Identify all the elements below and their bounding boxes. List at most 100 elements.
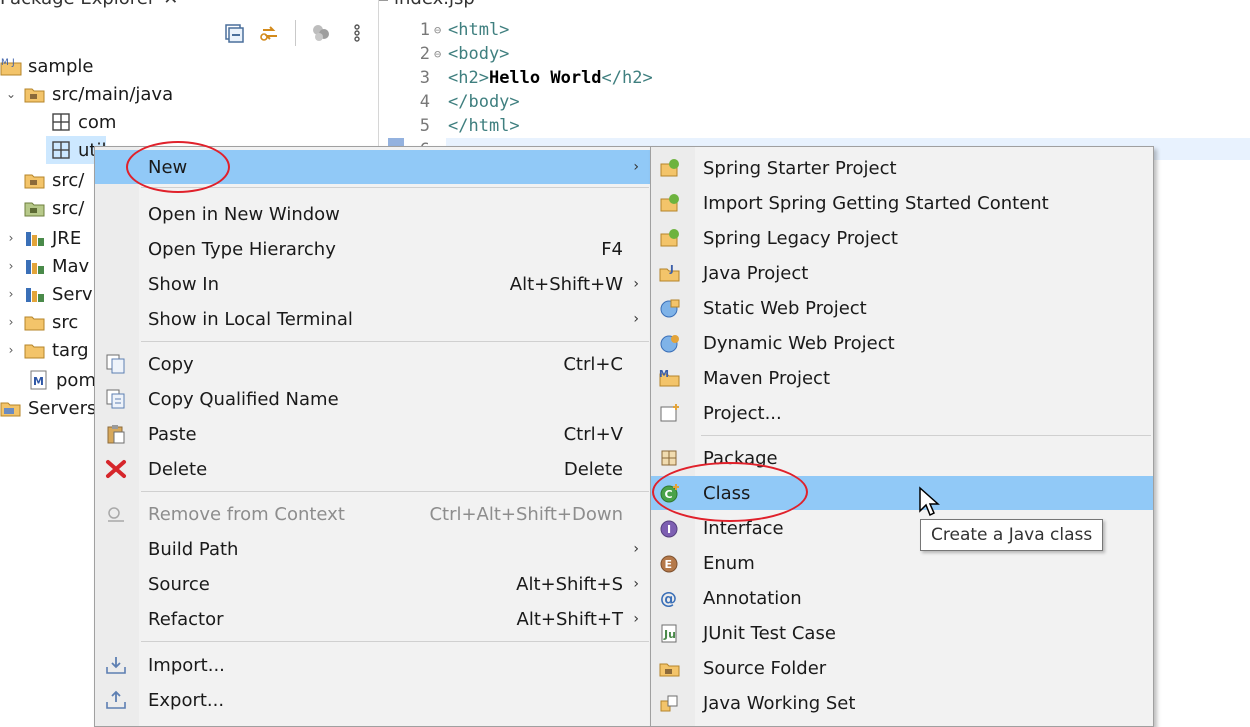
- tree-item-server[interactable]: › Serv: [4, 280, 93, 308]
- maven-pom-icon: M: [28, 370, 50, 390]
- menu-item-open-in-new-window[interactable]: Open in New Window: [95, 197, 651, 231]
- menu-item-show-in-local-terminal[interactable]: Show in Local Terminal ›: [95, 302, 651, 336]
- code-line[interactable]: 5 </html>: [388, 114, 653, 138]
- collapse-all-icon[interactable]: [223, 22, 245, 44]
- package-icon: [659, 448, 681, 468]
- menu-item-refactor[interactable]: Refactor Alt+Shift+T ›: [95, 602, 651, 636]
- submenu-item-package[interactable]: Package: [651, 441, 1153, 475]
- code-line[interactable]: 2 ⊖ <body>: [388, 42, 653, 66]
- code-lines[interactable]: 1 ⊖ <html> 2 ⊖ <body> 3 <h2>Hello World</h2> 4 </…: [388, 18, 653, 162]
- submenu-item-spring-starter-project[interactable]: Spring Starter Project: [651, 151, 1153, 185]
- tree-item-label: targ: [52, 339, 89, 361]
- submenu-item-java-project[interactable]: J Java Project: [651, 256, 1153, 290]
- submenu-item-source-folder[interactable]: Source Folder: [651, 651, 1153, 685]
- menu-separator: [141, 187, 649, 188]
- package-icon: [50, 140, 72, 160]
- menu-item-new[interactable]: New ›: [95, 150, 651, 184]
- chevron-right-icon[interactable]: ›: [4, 315, 18, 329]
- tree-item-label: pom: [56, 369, 96, 391]
- line-number: 5: [419, 116, 430, 136]
- menu-item-copy[interactable]: Copy Ctrl+C: [95, 347, 651, 381]
- chevron-right-icon: ›: [633, 576, 639, 592]
- chevron-right-icon[interactable]: ›: [4, 287, 18, 301]
- tree-item-com[interactable]: com: [50, 108, 116, 136]
- fold-icon[interactable]: ⊖: [434, 47, 448, 61]
- tree-item-target[interactable]: › targ: [4, 336, 89, 364]
- submenu-item-java-working-set[interactable]: Java Working Set: [651, 686, 1153, 720]
- svg-text:C: C: [665, 488, 673, 501]
- tree-item-src-main-java[interactable]: ⌄ src/main/java: [4, 80, 173, 108]
- junit-icon: Ju: [659, 623, 681, 643]
- submenu-item-static-web-project[interactable]: Static Web Project: [651, 291, 1153, 325]
- menu-item-import[interactable]: Import...: [95, 648, 651, 682]
- menu-item-paste[interactable]: Paste Ctrl+V: [95, 417, 651, 451]
- chevron-right-icon: ›: [633, 611, 639, 627]
- menu-item-export[interactable]: Export...: [95, 683, 651, 717]
- line-number: 4: [419, 92, 430, 112]
- submenu-item-junit-test-case[interactable]: Ju JUnit Test Case: [651, 616, 1153, 650]
- code-line[interactable]: 3 <h2>Hello World</h2>: [388, 66, 653, 90]
- toolbar-separator: [295, 20, 296, 46]
- menu-item-source[interactable]: Source Alt+Shift+S ›: [95, 567, 651, 601]
- tree-item-src[interactable]: › src: [4, 308, 79, 336]
- link-with-editor-icon[interactable]: [259, 22, 281, 44]
- source-folder-icon: [659, 658, 681, 678]
- class-icon: C: [659, 483, 681, 503]
- submenu-item-project[interactable]: Project...: [651, 396, 1153, 430]
- code-line[interactable]: 4 </body>: [388, 90, 653, 114]
- code-text: </body>: [448, 92, 520, 112]
- menu-item-delete[interactable]: Delete Delete: [95, 452, 651, 486]
- code-text: <body>: [448, 44, 509, 64]
- close-icon[interactable]: ✕: [163, 0, 178, 9]
- code-text: <html>: [448, 20, 509, 40]
- tree-item-src-2[interactable]: src/: [24, 194, 84, 222]
- filters-icon[interactable]: [310, 22, 332, 44]
- tree-item-servers[interactable]: Servers: [0, 394, 96, 422]
- code-text: </html>: [448, 116, 520, 136]
- svg-text:J: J: [11, 58, 15, 68]
- submenu-item-class[interactable]: C Class: [651, 476, 1153, 510]
- chevron-right-icon: ›: [633, 276, 639, 292]
- menu-item-build-path[interactable]: Build Path ›: [95, 532, 651, 566]
- submenu-item-annotation[interactable]: @ Annotation: [651, 581, 1153, 615]
- tree-item-src-1[interactable]: src/: [24, 166, 84, 194]
- chevron-right-icon[interactable]: ›: [4, 231, 18, 245]
- delete-icon: [105, 459, 127, 479]
- svg-text:M: M: [659, 369, 669, 380]
- code-line[interactable]: 1 ⊖ <html>: [388, 18, 653, 42]
- source-folder-icon: [24, 84, 46, 104]
- tree-item-pom[interactable]: M pom: [28, 366, 96, 394]
- source-folder-icon: [24, 170, 46, 190]
- menu-item-copy-qualified-name[interactable]: Copy Qualified Name: [95, 382, 651, 416]
- submenu-item-enum[interactable]: E Enum: [651, 546, 1153, 580]
- submenu-item-import-spring-content[interactable]: Import Spring Getting Started Content: [651, 186, 1153, 220]
- package-explorer-tab[interactable]: Package Explorer ✕: [0, 0, 178, 10]
- editor-tab-index-jsp[interactable]: index.jsp: [394, 0, 475, 9]
- tree-item-sample[interactable]: MJ sample: [0, 52, 93, 80]
- static-web-project-icon: [659, 298, 681, 318]
- fold-icon[interactable]: ⊖: [434, 23, 448, 37]
- chevron-right-icon[interactable]: ›: [4, 259, 18, 273]
- code-tag-open: <body>: [448, 44, 510, 64]
- submenu-item-dynamic-web-project[interactable]: Dynamic Web Project: [651, 326, 1153, 360]
- line-number: 3: [419, 68, 430, 88]
- menu-item-open-type-hierarchy[interactable]: Open Type Hierarchy F4: [95, 232, 651, 266]
- view-menu-icon[interactable]: [346, 22, 368, 44]
- chevron-right-icon[interactable]: ›: [4, 343, 18, 357]
- interface-icon: I: [659, 518, 681, 538]
- tree-item-maven[interactable]: › Mav: [4, 252, 90, 280]
- tree-item-label: Serv: [52, 283, 93, 305]
- menu-item-remove-from-context[interactable]: Remove from Context Ctrl+Alt+Shift+Down: [95, 497, 651, 531]
- tree-item-label: src: [52, 311, 79, 333]
- code-tag-open: <h2>: [448, 68, 489, 88]
- code-content: Hello World: [488, 68, 602, 88]
- submenu-item-spring-legacy-project[interactable]: Spring Legacy Project: [651, 221, 1153, 255]
- servers-folder-icon: [0, 398, 22, 418]
- copy-qualified-name-icon: [105, 389, 127, 409]
- maven-project-icon: MJ: [0, 56, 22, 76]
- chevron-down-icon[interactable]: ⌄: [4, 87, 18, 101]
- tree-item-jre[interactable]: › JRE: [4, 224, 82, 252]
- submenu-item-maven-project[interactable]: M Maven Project: [651, 361, 1153, 395]
- menu-item-show-in[interactable]: Show In Alt+Shift+W ›: [95, 267, 651, 301]
- spring-project-icon: [659, 228, 681, 248]
